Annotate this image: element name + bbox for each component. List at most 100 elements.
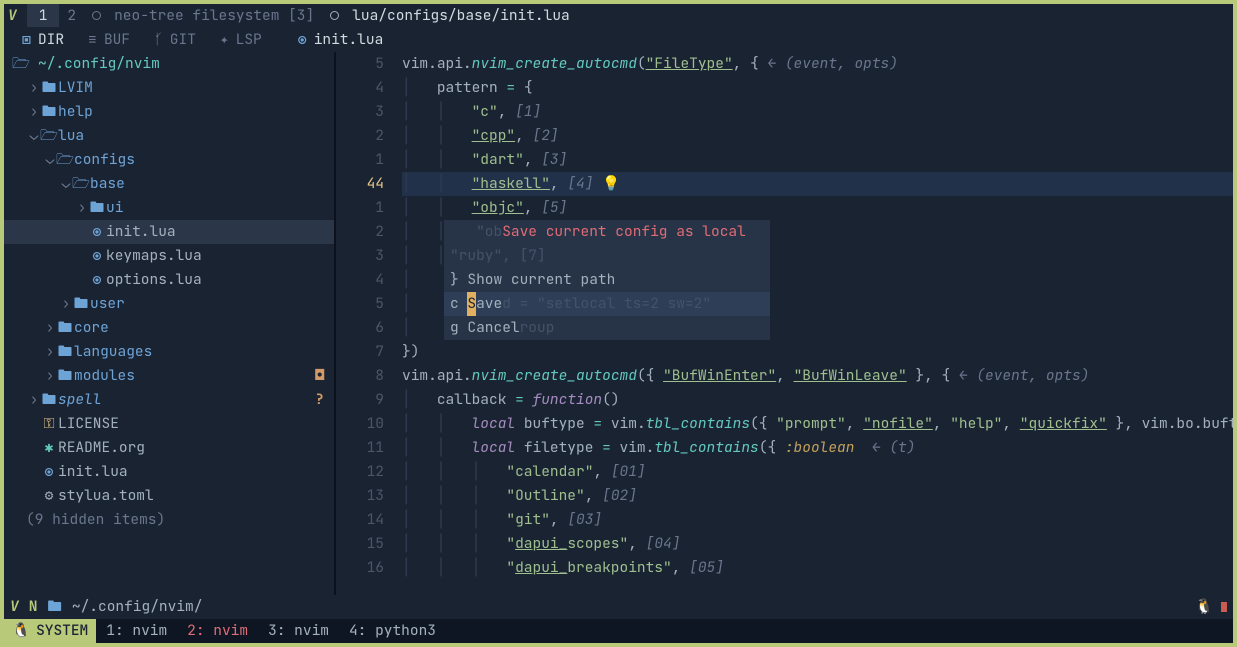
- line-number: 8: [336, 364, 384, 388]
- tree-dir[interactable]: ⌄🗁 lua: [4, 124, 334, 148]
- line-number: 5: [336, 52, 384, 76]
- tree-item-label: lua: [58, 124, 84, 148]
- line-number: 10: [336, 412, 384, 436]
- tabline: V 1 2 neo-tree filesystem [3] lua/config…: [4, 4, 1233, 28]
- tmux-window[interactable]: 1: nvim: [96, 621, 177, 640]
- file-tab-label: init.lua: [314, 28, 384, 52]
- source-lsp-tab[interactable]: ✦ LSP: [208, 28, 274, 52]
- source-git-tab[interactable]: ᚶ GIT: [142, 28, 208, 52]
- chevron-icon: ›: [76, 196, 88, 220]
- tree-file[interactable]: ◉ init.lua: [4, 460, 334, 484]
- chevron-icon: ⌄: [60, 172, 72, 196]
- line-number: 4: [336, 76, 384, 100]
- line-number: 1: [336, 148, 384, 172]
- tree-dir[interactable]: ⌄🗁 configs: [4, 148, 334, 172]
- tree-file[interactable]: ⚙ stylua.toml: [4, 484, 334, 508]
- source-buf-tab[interactable]: ☰ BUF: [76, 28, 142, 52]
- folder-open-icon: 🗁: [72, 172, 90, 196]
- tab-2[interactable]: 2: [59, 4, 84, 28]
- buffer-initlua[interactable]: lua/configs/base/init.lua: [322, 4, 578, 28]
- line-number: 14: [336, 508, 384, 532]
- chevron-icon: ›: [44, 316, 56, 340]
- folder-open-icon: 🗁: [40, 124, 58, 148]
- line-number: 15: [336, 532, 384, 556]
- folder-icon: 🖿: [56, 340, 74, 364]
- tree-file[interactable]: ⚿ LICENSE: [4, 412, 334, 436]
- tmux-window[interactable]: 2: nvim: [177, 621, 258, 640]
- vim-logo: V: [4, 4, 27, 28]
- chevron-icon: ›: [28, 388, 40, 412]
- line-number: 3: [336, 244, 384, 268]
- code-area[interactable]: vim.api.nvim_create_autocmd("FileType", …: [402, 52, 1233, 595]
- tmux-statusline: 🐧 SYSTEM 1: nvim2: nvim3: nvim4: python3: [4, 619, 1233, 643]
- terminal-screen: V 1 2 neo-tree filesystem [3] lua/config…: [4, 4, 1233, 643]
- line-number: 16: [336, 556, 384, 580]
- buffer-neotree[interactable]: neo-tree filesystem [3]: [84, 4, 322, 28]
- scroll-indicator: [1221, 602, 1227, 612]
- line-number: 11: [336, 436, 384, 460]
- line-number: 12: [336, 460, 384, 484]
- tab-label: GIT: [170, 28, 196, 52]
- tree-item-label: LICENSE: [58, 412, 119, 436]
- popup-item-show-path[interactable]: } Show current path: [444, 268, 770, 292]
- tmux-window[interactable]: 3: nvim: [258, 621, 339, 640]
- git-icon: ᚶ: [154, 28, 163, 52]
- folder-icon: 🖿: [56, 316, 74, 340]
- tree-file[interactable]: ◉ init.lua: [4, 220, 334, 244]
- folder-icon: 🖿: [56, 364, 74, 388]
- tree-dir[interactable]: ⌄🗁 base: [4, 172, 334, 196]
- tmux-window[interactable]: 4: python3: [339, 621, 446, 640]
- tree-item-label: init.lua: [106, 220, 176, 244]
- folder-open-icon: 🗁: [12, 52, 30, 76]
- tab-label: LSP: [236, 28, 262, 52]
- popup-dim-row: "ruby", [7]: [444, 244, 770, 268]
- file-tree[interactable]: 🗁 ~/.config/nvim ›🖿 LVIM›🖿 help⌄🗁 lua⌄🗁 …: [4, 52, 336, 595]
- chevron-icon: ›: [44, 340, 56, 364]
- folder-icon: 🖿: [88, 196, 106, 220]
- lua-icon: ◉: [88, 220, 106, 244]
- lua-icon: ◉: [40, 460, 58, 484]
- popup-item-save[interactable]: c Saved = "setlocal ts=2 sw=2": [444, 292, 770, 316]
- tab-label: DIR: [38, 28, 64, 52]
- tree-dir[interactable]: ›🖿 modules◘: [4, 364, 334, 388]
- line-number: 44: [336, 172, 384, 196]
- popup-item-cancel[interactable]: g Cancelroup: [444, 316, 770, 340]
- vim-logo: V: [10, 595, 19, 619]
- line-number: 6: [336, 316, 384, 340]
- folder-icon: 🖿: [72, 292, 90, 316]
- tree-root-label: ~/.config/nvim: [38, 52, 160, 76]
- tree-item-label: modules: [74, 364, 135, 388]
- tree-dir[interactable]: ›🖿 ui: [4, 196, 334, 220]
- buffer-label: neo-tree filesystem [3]: [114, 4, 314, 28]
- tmux-session[interactable]: 🐧 SYSTEM: [4, 619, 96, 643]
- tree-item-label: options.lua: [106, 268, 202, 292]
- file-tab-initlua[interactable]: ◉ init.lua: [286, 28, 396, 52]
- lua-icon: ◉: [88, 244, 106, 268]
- editor[interactable]: 543214412345678910111213141516 vim.api.n…: [336, 52, 1233, 595]
- tree-item-label: configs: [74, 148, 135, 172]
- cwd-path: ~/.config/nvim/: [72, 595, 203, 619]
- tree-item-label: help: [58, 100, 93, 124]
- tree-item-label: LVIM: [58, 76, 93, 100]
- source-dir-tab[interactable]: ▣ DIR: [10, 28, 76, 52]
- tree-file[interactable]: ✱ README.org: [4, 436, 334, 460]
- tree-item-label: languages: [74, 340, 152, 364]
- modified-indicator-icon: [92, 11, 101, 20]
- tab-1[interactable]: 1: [27, 4, 60, 28]
- tree-dir[interactable]: ›🖿 LVIM: [4, 76, 334, 100]
- lightbulb-icon[interactable]: 💡: [602, 174, 620, 193]
- folder-icon: 🖿: [47, 595, 62, 619]
- tree-file[interactable]: ◉ keymaps.lua: [4, 244, 334, 268]
- which-key-popup: "obSave current config as local "ruby", …: [444, 220, 770, 340]
- tux-icon: 🐧: [1195, 595, 1213, 619]
- tree-file[interactable]: ◉ options.lua: [4, 268, 334, 292]
- line-number: 4: [336, 268, 384, 292]
- tree-dir[interactable]: ›🖿 core: [4, 316, 334, 340]
- tree-dir[interactable]: ›🖿 spell?: [4, 388, 334, 412]
- tree-dir[interactable]: ›🖿 help: [4, 100, 334, 124]
- tree-dir[interactable]: ›🖿 languages: [4, 340, 334, 364]
- tree-dir[interactable]: ›🖿 user: [4, 292, 334, 316]
- tree-root[interactable]: 🗁 ~/.config/nvim: [4, 52, 334, 76]
- list-icon: ☰: [88, 28, 97, 52]
- line-number: 3: [336, 100, 384, 124]
